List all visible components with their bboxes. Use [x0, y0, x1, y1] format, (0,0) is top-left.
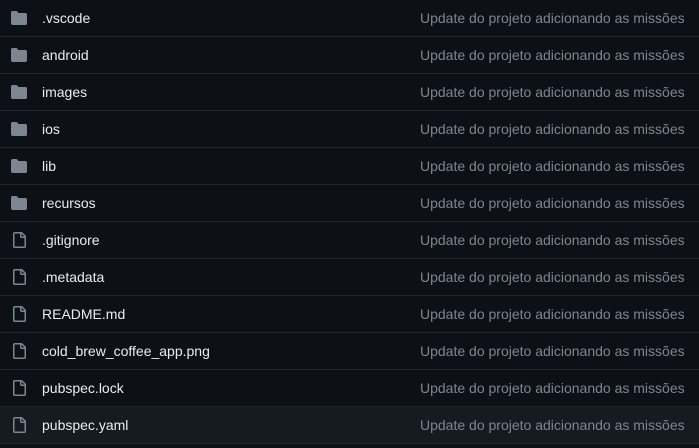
file-row[interactable]: .metadata Update do projeto adicionando … — [0, 259, 699, 296]
file-icon — [11, 306, 27, 322]
folder-icon — [11, 195, 27, 211]
commit-message[interactable]: Update do projeto adicionando as missões — [420, 407, 685, 443]
file-name[interactable]: pubspec.yaml — [42, 407, 128, 443]
file-icon — [11, 343, 27, 359]
commit-message[interactable]: Update do projeto adicionando as missões — [420, 74, 685, 110]
file-name[interactable]: android — [42, 37, 89, 73]
file-icon — [11, 269, 27, 285]
file-name[interactable]: ios — [42, 111, 60, 147]
file-name[interactable]: .metadata — [42, 259, 104, 295]
folder-icon — [11, 121, 27, 137]
commit-message[interactable]: Update do projeto adicionando as missões — [420, 185, 685, 221]
file-name[interactable]: pubspec.lock — [42, 370, 124, 406]
file-row[interactable]: README.md Update do projeto adicionando … — [0, 296, 699, 333]
commit-message[interactable]: Update do projeto adicionando as missões — [420, 37, 685, 73]
file-icon — [11, 232, 27, 248]
folder-icon — [11, 158, 27, 174]
commit-message[interactable]: Update do projeto adicionando as missões — [420, 222, 685, 258]
commit-message[interactable]: Update do projeto adicionando as missões — [420, 111, 685, 147]
commit-message[interactable]: Update do projeto adicionando as missões — [420, 333, 685, 369]
commit-message[interactable]: Update do projeto adicionando as missões — [420, 148, 685, 184]
file-row[interactable]: recursos Update do projeto adicionando a… — [0, 185, 699, 222]
file-row[interactable]: pubspec.lock Update do projeto adicionan… — [0, 370, 699, 407]
file-name[interactable]: README.md — [42, 296, 125, 332]
file-row[interactable]: android Update do projeto adicionando as… — [0, 37, 699, 74]
file-row[interactable]: images Update do projeto adicionando as … — [0, 74, 699, 111]
folder-icon — [11, 84, 27, 100]
file-row[interactable]: .gitignore Update do projeto adicionando… — [0, 222, 699, 259]
file-icon — [11, 417, 27, 433]
file-name[interactable]: .gitignore — [42, 222, 100, 258]
folder-icon — [11, 47, 27, 63]
file-name[interactable]: images — [42, 74, 87, 110]
commit-message[interactable]: Update do projeto adicionando as missões — [420, 259, 685, 295]
file-name[interactable]: .vscode — [42, 0, 90, 36]
file-icon — [11, 380, 27, 396]
file-row[interactable]: .vscode Update do projeto adicionando as… — [0, 0, 699, 37]
file-row[interactable]: cold_brew_coffee_app.png Update do proje… — [0, 333, 699, 370]
commit-message[interactable]: Update do projeto adicionando as missões — [420, 370, 685, 406]
file-row[interactable]: ios Update do projeto adicionando as mis… — [0, 111, 699, 148]
file-name[interactable]: cold_brew_coffee_app.png — [42, 333, 210, 369]
commit-message[interactable]: Update do projeto adicionando as missões — [420, 0, 685, 36]
file-row[interactable]: pubspec.yaml Update do projeto adicionan… — [0, 407, 699, 444]
file-row[interactable]: lib Update do projeto adicionando as mis… — [0, 148, 699, 185]
file-list: .vscode Update do projeto adicionando as… — [0, 0, 699, 448]
file-name[interactable]: recursos — [42, 185, 96, 221]
commit-message[interactable]: Update do projeto adicionando as missões — [420, 296, 685, 332]
file-name[interactable]: lib — [42, 148, 56, 184]
folder-icon — [11, 10, 27, 26]
